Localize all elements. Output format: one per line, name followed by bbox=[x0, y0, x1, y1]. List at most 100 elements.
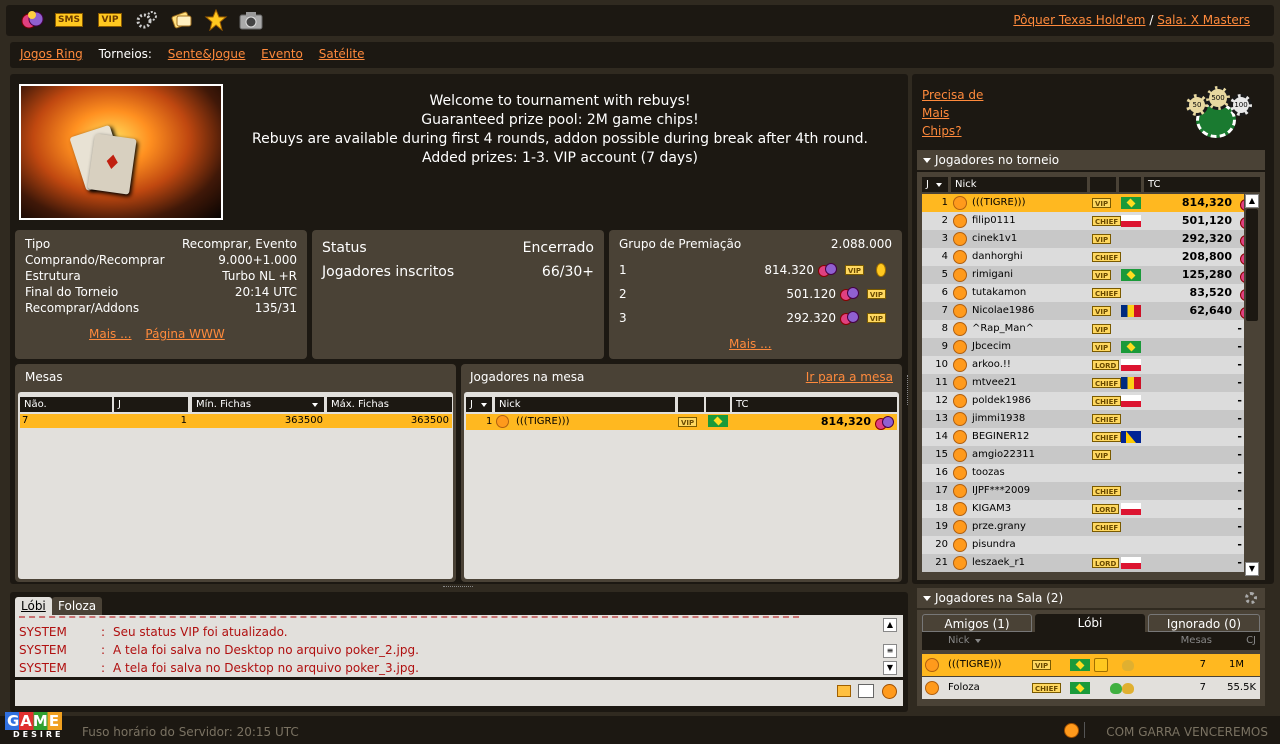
prize-place: 2 bbox=[619, 287, 627, 301]
tab-lobby[interactable]: Lóbi bbox=[1035, 614, 1145, 632]
top-toolbar: SMS VIP Pôquer Texas Hold'em / Sala: X M… bbox=[6, 5, 1274, 36]
prize-amount: 814.320 bbox=[764, 263, 814, 277]
sms-icon[interactable]: SMS bbox=[54, 9, 84, 31]
splitter-handle[interactable] bbox=[907, 375, 910, 405]
room-players-header[interactable]: Jogadores na Sala (2) bbox=[917, 588, 1265, 608]
player-chips: - bbox=[1237, 466, 1242, 479]
tournament-players-header[interactable]: Jogadores no torneio bbox=[917, 150, 1265, 170]
tickets-icon[interactable] bbox=[169, 9, 195, 31]
player-nick: Jbcecim bbox=[972, 341, 1011, 352]
col-tables[interactable]: Mesas bbox=[1181, 632, 1212, 650]
splitter-handle[interactable] bbox=[443, 586, 473, 589]
promo-line[interactable]: Mais bbox=[922, 104, 983, 122]
player-rank: 18 bbox=[935, 503, 948, 514]
col-chips[interactable]: TC bbox=[732, 397, 897, 412]
col-nick[interactable]: Nick bbox=[495, 397, 675, 412]
info-www-link[interactable]: Página WWW bbox=[145, 327, 224, 341]
chat-scroll-thumb[interactable]: ≡ bbox=[883, 644, 897, 658]
col-flag[interactable] bbox=[1119, 177, 1141, 192]
col-max-chips[interactable]: Máx. Fichas bbox=[327, 397, 452, 412]
settings-gear-icon[interactable] bbox=[134, 9, 160, 31]
tournament-player-row[interactable]: 5 rimigani VIP 125,280 bbox=[922, 266, 1259, 284]
tournament-player-row[interactable]: 18 KIGAM3 LORD - bbox=[922, 500, 1244, 518]
tournament-player-row[interactable]: 12 poldek1986 CHIEF - bbox=[922, 392, 1244, 410]
tournament-player-row[interactable]: 11 mtvee21 CHIEF - bbox=[922, 374, 1244, 392]
buy-chips-promo[interactable]: Precisa de Mais Chips? bbox=[922, 86, 983, 140]
nav-sit-and-go[interactable]: Sente&Jogue bbox=[168, 47, 246, 61]
scroll-up-button[interactable]: ▲ bbox=[1245, 194, 1259, 208]
tournament-player-row[interactable]: 3 cinek1v1 VIP 292,320 bbox=[922, 230, 1259, 248]
tournament-player-row[interactable]: 1 (((TIGRE))) VIP 814,320 bbox=[922, 194, 1259, 212]
player-nick: Foloza bbox=[948, 682, 980, 693]
table-row[interactable]: 7 1 363500 363500 bbox=[20, 414, 452, 428]
col-nick[interactable]: Nick bbox=[948, 632, 970, 650]
col-flag[interactable] bbox=[706, 397, 730, 412]
tournament-player-row[interactable]: 7 Nicolae1986 VIP 62,640 bbox=[922, 302, 1259, 320]
book-icon[interactable] bbox=[858, 684, 874, 698]
status-emoticon-icon[interactable] bbox=[1064, 723, 1079, 738]
tournament-player-row[interactable]: 16 toozas - bbox=[922, 464, 1244, 482]
emoticon-icon[interactable] bbox=[882, 684, 897, 699]
info-row: Final do Torneio 20:14 UTC bbox=[25, 284, 297, 300]
tournament-player-row[interactable]: 4 danhorghi CHIEF 208,800 bbox=[922, 248, 1259, 266]
star-icon[interactable] bbox=[204, 9, 228, 31]
tournament-player-row[interactable]: 2 filip0111 CHIEF 501,120 bbox=[922, 212, 1259, 230]
go-to-table-link[interactable]: Ir para a mesa bbox=[806, 370, 893, 384]
description-line: Guaranteed prize pool: 2M game chips! bbox=[421, 112, 699, 128]
scrollbar[interactable]: ▲ ▼ bbox=[1244, 193, 1260, 579]
nav-satellite[interactable]: Satélite bbox=[319, 47, 365, 61]
player-rank: 14 bbox=[935, 431, 948, 442]
room-player-row[interactable]: Foloza CHIEF 7 55.5K bbox=[922, 677, 1260, 699]
prizes-more-link[interactable]: Mais ... bbox=[729, 337, 772, 351]
tournament-player-row[interactable]: 9 Jbcecim VIP - bbox=[922, 338, 1244, 356]
nav-ring-games[interactable]: Jogos Ring bbox=[20, 47, 83, 61]
promo-line[interactable]: Chips? bbox=[922, 122, 983, 140]
info-row: Tipo Recomprar, Evento bbox=[25, 236, 297, 252]
col-chips[interactable]: TC bbox=[1144, 177, 1260, 192]
chat-input-bar[interactable] bbox=[15, 680, 903, 706]
col-rank[interactable]: J bbox=[922, 177, 948, 192]
chips-icon bbox=[818, 263, 837, 277]
tournament-player-row[interactable]: 10 arkoo.!! LORD - bbox=[922, 356, 1244, 374]
scroll-down-button[interactable]: ▼ bbox=[1245, 562, 1259, 576]
folder-icon[interactable] bbox=[837, 685, 851, 697]
tournament-player-row[interactable]: 17 IJPF***2009 CHIEF - bbox=[922, 482, 1244, 500]
chat-scroll-up-button[interactable]: ▲ bbox=[883, 618, 897, 632]
footer: GAME DESIRE Fuso horário do Servidor: 20… bbox=[0, 712, 1280, 744]
col-min-chips[interactable]: Mín. Fichas bbox=[192, 397, 324, 412]
chief-badge: CHIEF bbox=[1092, 396, 1122, 406]
info-more-link[interactable]: Mais ... bbox=[89, 327, 132, 341]
table-player-row[interactable]: 1 (((TIGRE))) VIP 814,320 bbox=[466, 414, 897, 430]
tournament-player-row[interactable]: 6 tutakamon CHIEF 83,520 bbox=[922, 284, 1259, 302]
promo-line[interactable]: Precisa de bbox=[922, 86, 983, 104]
game-desire-logo: GAME DESIRE bbox=[5, 712, 69, 744]
scroll-thumb[interactable] bbox=[1246, 209, 1258, 321]
tournament-player-row[interactable]: 8 ^Rap_Man^ VIP - bbox=[922, 320, 1244, 338]
tournament-player-row[interactable]: 21 leszaek_r1 LORD - bbox=[922, 554, 1244, 572]
col-cj[interactable]: CJ bbox=[1246, 632, 1256, 650]
chips-icon[interactable] bbox=[20, 9, 44, 31]
nav-event[interactable]: Evento bbox=[261, 47, 303, 61]
breadcrumb-game-link[interactable]: Pôquer Texas Hold'em bbox=[1013, 13, 1145, 27]
tab-friends[interactable]: Amigos (1) bbox=[922, 614, 1032, 632]
room-player-row[interactable]: (((TIGRE))) VIP 7 1M bbox=[922, 654, 1260, 676]
col-j[interactable]: J bbox=[114, 397, 188, 412]
vip-icon[interactable]: VIP bbox=[94, 9, 126, 31]
col-nick[interactable]: Nick bbox=[951, 177, 1087, 192]
settings-gear-icon[interactable] bbox=[1245, 592, 1257, 604]
tournament-player-row[interactable]: 14 BEGINER12 CHIEF - bbox=[922, 428, 1244, 446]
col-badge[interactable] bbox=[678, 397, 704, 412]
breadcrumb-room-link[interactable]: Sala: X Masters bbox=[1157, 13, 1250, 27]
player-cj: 1M bbox=[1229, 659, 1244, 670]
chat-scroll-down-button[interactable]: ▼ bbox=[883, 661, 897, 675]
camera-icon[interactable] bbox=[238, 9, 264, 31]
tournament-player-row[interactable]: 19 prze.grany CHIEF - bbox=[922, 518, 1244, 536]
tournament-player-row[interactable]: 20 pisundra - bbox=[922, 536, 1244, 554]
tournament-player-row[interactable]: 13 jimmi1938 CHIEF - bbox=[922, 410, 1244, 428]
col-no[interactable]: Não. bbox=[20, 397, 112, 412]
tournament-player-row[interactable]: 15 amgio22311 VIP - bbox=[922, 446, 1244, 464]
status-value: Encerrado bbox=[522, 240, 594, 256]
col-seat[interactable]: J bbox=[466, 397, 492, 412]
col-badge[interactable] bbox=[1090, 177, 1116, 192]
tab-ignored[interactable]: Ignorado (0) bbox=[1148, 614, 1260, 632]
